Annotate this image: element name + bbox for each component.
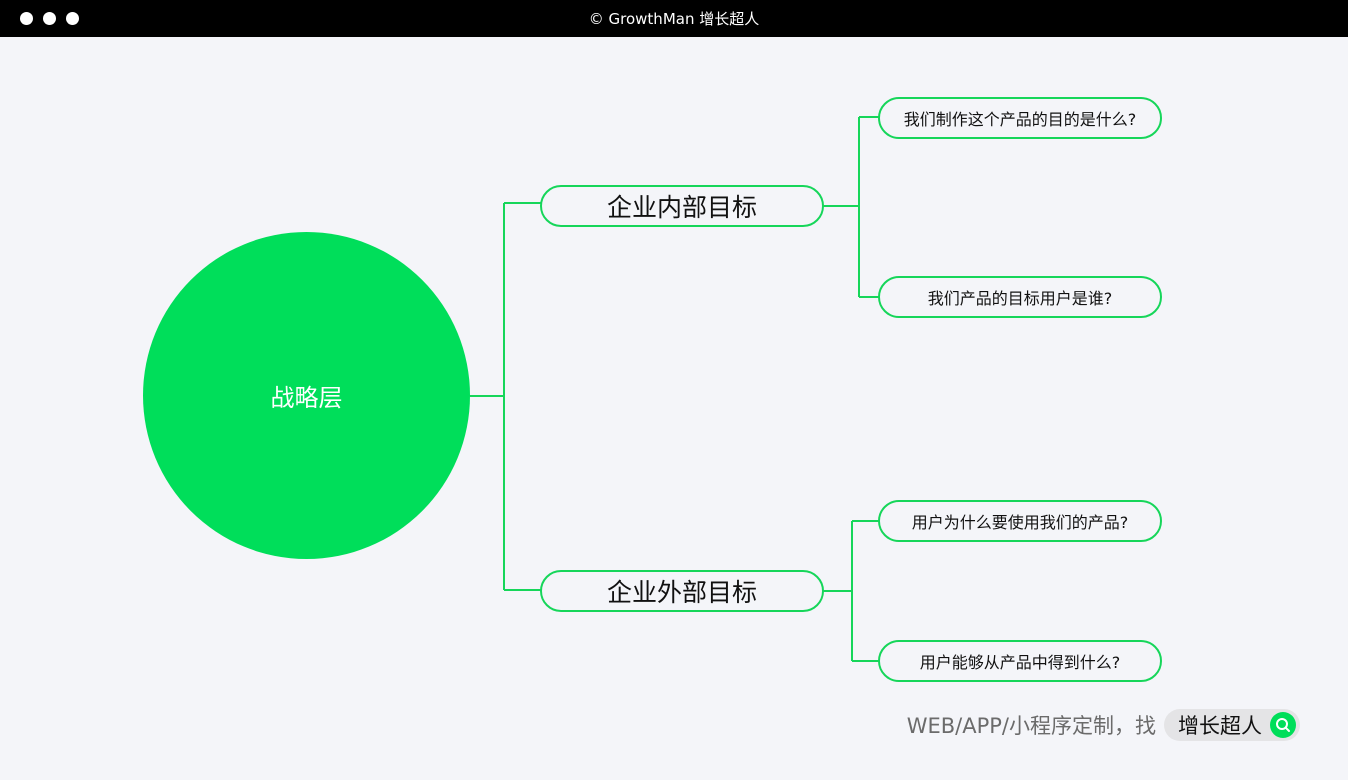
connector-external-children xyxy=(823,520,879,662)
brand-name: 增长超人 xyxy=(1178,714,1262,738)
leaf-label: 我们制作这个产品的目的是什么? xyxy=(903,110,1137,129)
footer-text: WEB/APP/小程序定制，找 xyxy=(906,714,1156,738)
branch-label-internal-goal: 企业内部目标 xyxy=(606,193,757,222)
mindmap-root-node: 战略层 xyxy=(143,232,470,559)
connector-internal-children xyxy=(823,116,879,298)
leaf-node-target-users: 我们产品的目标用户是谁? xyxy=(878,276,1162,318)
footer-promo: WEB/APP/小程序定制，找 增长超人 xyxy=(907,708,1300,742)
search-icon[interactable] xyxy=(1270,712,1296,738)
branch-node-internal-goal: 企业内部目标 xyxy=(540,185,824,227)
branch-node-external-goal: 企业外部目标 xyxy=(540,570,824,612)
mindmap-root-label: 战略层 xyxy=(270,384,343,412)
leaf-label: 用户为什么要使用我们的产品? xyxy=(911,513,1129,532)
leaf-node-what-gain: 用户能够从产品中得到什么? xyxy=(878,640,1162,682)
leaf-label: 用户能够从产品中得到什么? xyxy=(919,653,1121,672)
connector-root-to-branches xyxy=(470,203,505,590)
leaf-label: 我们产品的目标用户是谁? xyxy=(927,289,1113,308)
leaf-node-why-use: 用户为什么要使用我们的产品? xyxy=(878,500,1162,542)
leaf-node-product-purpose: 我们制作这个产品的目的是什么? xyxy=(878,97,1162,139)
brand-search-badge[interactable]: 增长超人 xyxy=(1164,709,1300,741)
branch-label-external-goal: 企业外部目标 xyxy=(606,578,757,607)
